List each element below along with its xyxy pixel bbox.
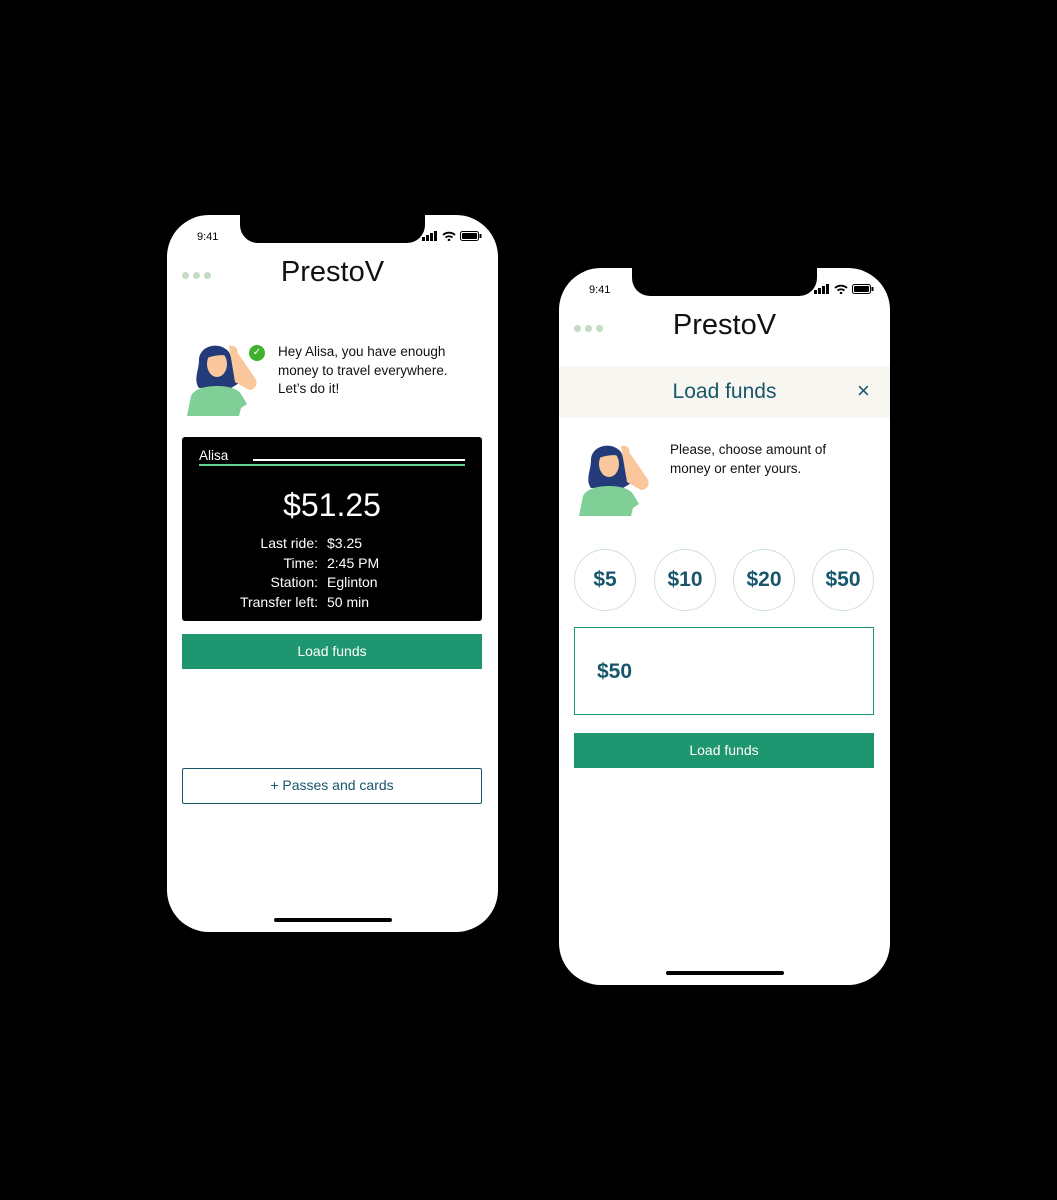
signal-icon xyxy=(422,231,437,241)
signal-icon xyxy=(814,284,829,294)
app-title: PrestoV xyxy=(672,309,777,341)
phone-screen-home: 9:41 PrestoV ✓ Hey Alisa, you have enoug… xyxy=(167,215,498,932)
amount-option-5[interactable]: $5 xyxy=(574,549,636,611)
wifi-icon xyxy=(442,231,456,241)
passes-and-cards-button[interactable]: + Passes and cards xyxy=(182,768,482,804)
card-balance: $51.25 xyxy=(283,487,381,523)
card-line-green xyxy=(199,464,465,466)
card-row-time: Time: 2:45 PM xyxy=(283,554,380,571)
card-row-last-ride: Last ride: $3.25 xyxy=(260,535,363,551)
close-icon[interactable]: × xyxy=(857,378,870,404)
phone-screen-load-funds: 9:41 PrestoV Load funds × Please, choose… xyxy=(559,268,890,985)
amount-input[interactable]: $50 xyxy=(574,627,874,715)
load-funds-button[interactable]: Load funds xyxy=(574,733,874,768)
home-indicator[interactable] xyxy=(666,971,784,975)
notch xyxy=(240,215,425,243)
status-icons xyxy=(422,231,482,241)
presto-card: Alisa $51.25 Last ride: $3.25 Time: 2:45 P… xyxy=(182,437,482,621)
card-row-transfer: Transfer left: 50 min xyxy=(239,593,370,610)
status-time: 9:41 xyxy=(197,231,219,243)
home-indicator[interactable] xyxy=(274,918,392,922)
status-time: 9:41 xyxy=(589,284,611,296)
avatar-illustration xyxy=(579,445,649,516)
greeting-message: Hey Alisa, you have enough money to trav… xyxy=(278,344,448,396)
header-title: Load funds xyxy=(672,380,777,403)
notch xyxy=(632,268,817,296)
check-icon: ✓ xyxy=(249,345,265,361)
amount-option-50[interactable]: $50 xyxy=(812,549,874,611)
amount-option-20[interactable]: $20 xyxy=(733,549,795,611)
card-row-station: Station: Eglinton xyxy=(270,574,378,590)
app-title: PrestoV xyxy=(280,256,385,288)
instruction-message: Please, choose amount of money or enter … xyxy=(670,442,827,476)
status-icons xyxy=(814,284,874,294)
amount-option-10[interactable]: $10 xyxy=(654,549,716,611)
battery-icon xyxy=(460,231,482,241)
battery-icon xyxy=(852,284,874,294)
load-funds-header: Load funds × xyxy=(559,366,890,418)
wifi-icon xyxy=(834,284,848,294)
card-holder-name: Alisa xyxy=(199,448,229,463)
load-funds-button[interactable]: Load funds xyxy=(182,634,482,669)
card-line xyxy=(253,459,465,461)
